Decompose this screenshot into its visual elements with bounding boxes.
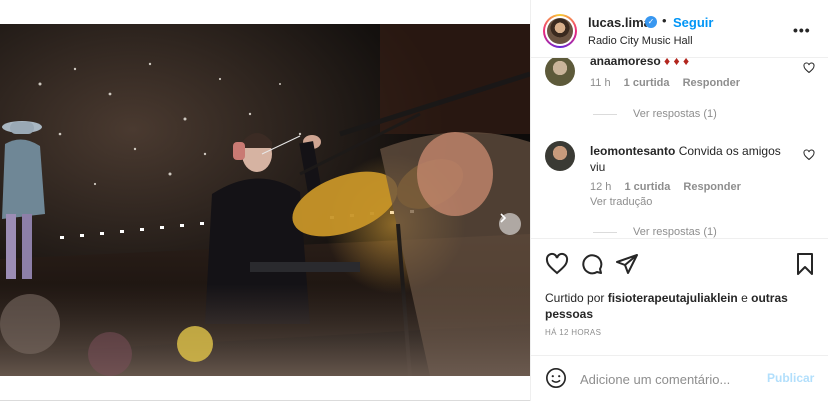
post-location[interactable]: Radio City Music Hall <box>588 35 693 47</box>
instagram-post-frame: lucas.lima ✓ • Seguir Radio City Music H… <box>0 0 828 401</box>
header-separator: • <box>662 13 667 28</box>
comment-username[interactable]: anaamoreso <box>590 58 661 68</box>
commenter-avatar[interactable] <box>545 141 575 171</box>
see-translation-button[interactable]: Ver tradução <box>590 196 652 208</box>
carousel-next-button[interactable] <box>499 213 521 235</box>
post-card: lucas.lima ✓ • Seguir Radio City Music H… <box>0 0 828 401</box>
comment-likes[interactable]: 1 curtida <box>624 181 670 193</box>
comment-time: 11 h <box>590 77 611 89</box>
comment-reply-button[interactable]: Responder <box>683 181 740 193</box>
author-username[interactable]: lucas.lima <box>588 15 651 30</box>
more-options-icon[interactable]: ••• <box>793 22 811 38</box>
comment-likes[interactable]: 1 curtida <box>624 77 670 89</box>
comment-like-icon[interactable] <box>803 149 815 161</box>
add-comment-bar: Publicar <box>531 355 828 401</box>
liked-by-connector: e <box>741 291 748 305</box>
liked-by-user[interactable]: fisioterapeutajuliaklein <box>608 291 738 305</box>
emoji-icon[interactable] <box>545 367 567 389</box>
follow-button[interactable]: Seguir <box>673 15 713 30</box>
comment-meta: 12 h 1 curtida Responder <box>590 181 741 193</box>
post-header: lucas.lima ✓ • Seguir Radio City Music H… <box>531 0 828 58</box>
comment-username[interactable]: leomontesanto <box>590 144 675 158</box>
comment-icon[interactable] <box>580 252 604 276</box>
post-media[interactable] <box>0 24 530 376</box>
liked-by-prefix: Curtido por <box>545 291 605 305</box>
bookmark-icon[interactable] <box>793 252 817 276</box>
comment-time: 12 h <box>590 181 612 193</box>
share-icon[interactable] <box>615 252 639 276</box>
comment-like-icon[interactable] <box>803 62 815 74</box>
heart-icon[interactable] <box>545 252 569 276</box>
commenter-avatar[interactable] <box>545 58 575 86</box>
post-timestamp[interactable]: HÁ 12 HORAS <box>545 328 601 337</box>
post-sidebar: lucas.lima ✓ • Seguir Radio City Music H… <box>530 0 828 401</box>
liked-by-text: Curtido por fisioterapeutajuliaklein e o… <box>545 290 815 322</box>
comment-input[interactable] <box>580 369 760 389</box>
verified-badge-icon: ✓ <box>645 16 657 28</box>
comment-text: leomontesanto Convida os amigos viu <box>590 143 790 175</box>
comment-body: ♦ ♦ ♦ <box>664 58 690 68</box>
post-actions: Curtido por fisioterapeutajuliaklein e o… <box>531 238 828 337</box>
author-avatar[interactable] <box>543 14 577 48</box>
publish-button[interactable]: Publicar <box>767 371 814 385</box>
comments-list[interactable]: anaamoreso ♦ ♦ ♦ 11 h 1 curtida Responde… <box>531 58 828 238</box>
view-replies-button[interactable]: Ver respostas (1) <box>593 108 717 120</box>
comment-text: anaamoreso ♦ ♦ ♦ <box>590 58 689 68</box>
view-replies-button[interactable]: Ver respostas (1) <box>593 226 717 238</box>
chevron-right-icon <box>500 213 507 223</box>
comment-meta: 11 h 1 curtida Responder <box>590 77 740 89</box>
comment-reply-button[interactable]: Responder <box>683 77 740 89</box>
concert-photo <box>0 24 530 376</box>
